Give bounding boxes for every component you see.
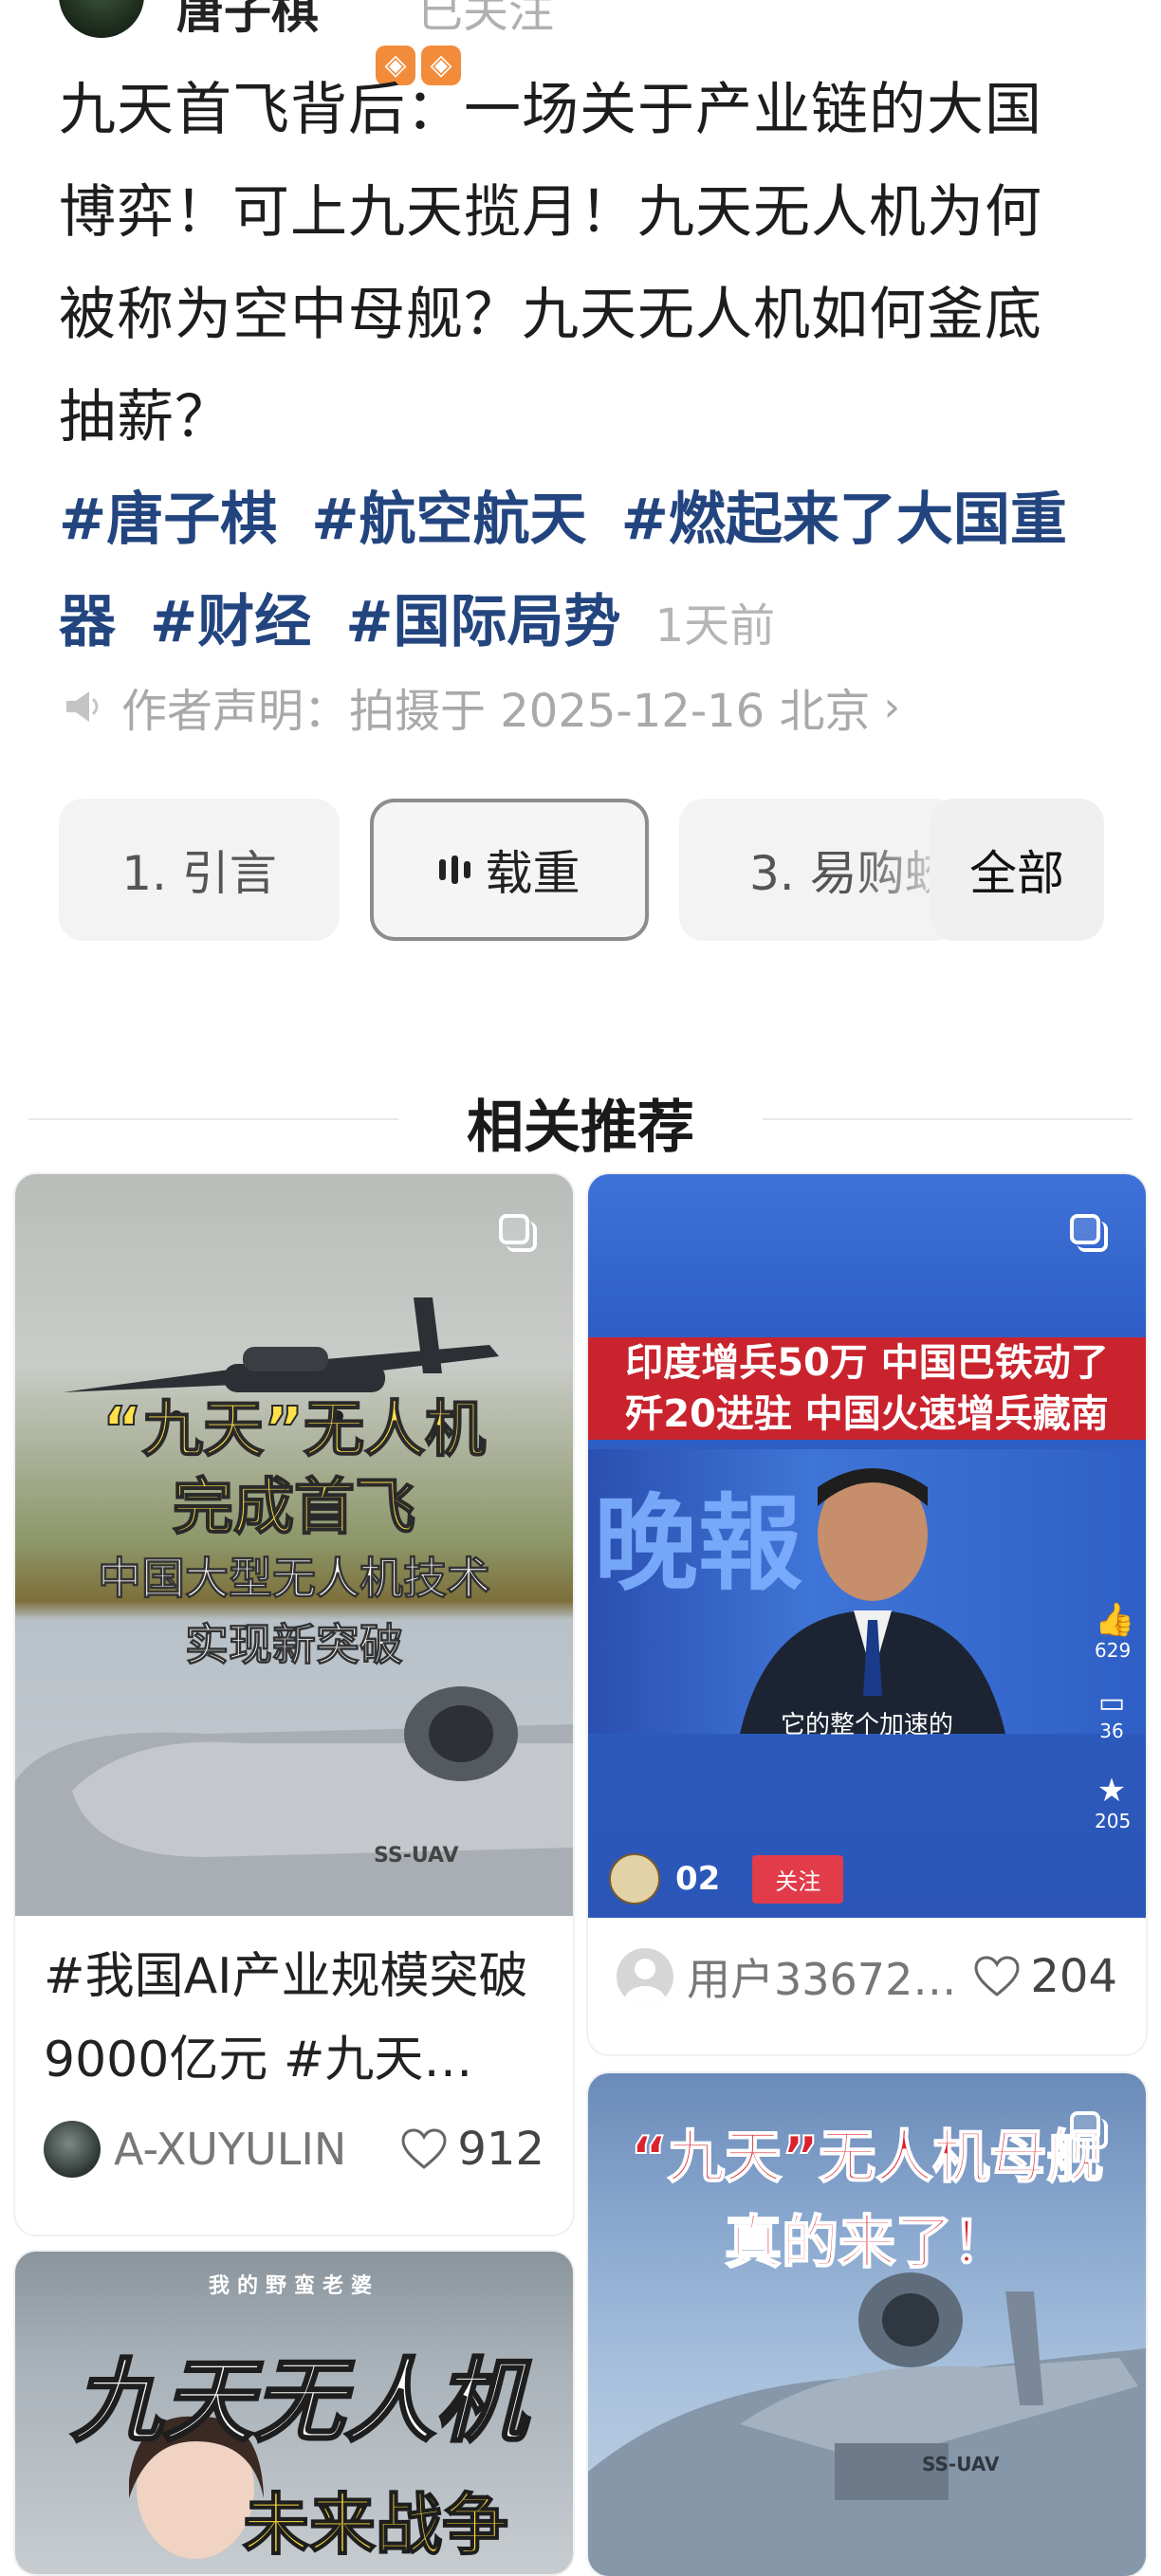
chapter-chip[interactable]: 3. 易购蛟龙 (679, 799, 960, 941)
card-meta: 用户33672… 204 (588, 1918, 1146, 2035)
multi-image-icon (1070, 1214, 1108, 1252)
overlay-big: 九天无人机 (70, 2347, 528, 2456)
recommend-card[interactable]: “九天”无人机母舰 真的来了！ SS-UAV (588, 2073, 1146, 2576)
card-title[interactable]: #我国AI产业规模突破9000亿元 #九天… (15, 1935, 573, 2102)
card-username[interactable]: A-XUYULIN (114, 2124, 400, 2175)
headline-line: 歼20进驻 中国火速增兵藏南 (588, 1389, 1146, 1440)
post-time: 1天前 (654, 599, 776, 653)
favorite-count-side: ★ 205 (1095, 1772, 1132, 1832)
user-avatar[interactable] (617, 1948, 673, 2005)
playing-icon (438, 856, 470, 884)
heart-icon (401, 2128, 447, 2169)
author-strip: 唐子棋 已关注 (0, 0, 1161, 38)
recommend-card[interactable]: 我的野蛮老婆 九天无人机 未来战争 (15, 2252, 573, 2574)
like-count: 912 (457, 2123, 544, 2176)
overlay-line: “九天”无人机母舰 (630, 2124, 1105, 2192)
heart-icon (974, 1956, 1020, 1996)
card-thumbnail[interactable]: “九天”无人机 完成首飞 中国大型无人机技术 实现新突破 SS-UAV (15, 1174, 573, 1916)
channel-avatar[interactable] (609, 1853, 660, 1904)
tag-link[interactable]: #唐子棋 (59, 487, 277, 553)
overlay-line: 完成首飞 (172, 1472, 416, 1544)
drone-closeup-icon (15, 1686, 573, 1916)
aircraft-marking: SS-UAV (922, 2453, 1000, 2475)
overlay-line: “九天”无人机 (101, 1394, 487, 1466)
chapter-label: 载重 (485, 846, 580, 901)
comment-count-side: ▭ 36 (1097, 1686, 1126, 1742)
chapter-chips: 1. 引言 载重 3. 易购蛟龙 全部 (59, 799, 1104, 945)
chapter-label: 3. 易购蛟龙 (749, 846, 960, 901)
top-caption: 我的野蛮老婆 (208, 2274, 379, 2298)
channel-name[interactable]: 02 (675, 1860, 720, 1898)
card-thumbnail[interactable]: “九天”无人机母舰 真的来了！ SS-UAV (588, 2073, 1146, 2576)
card-thumbnail[interactable]: 我的野蛮老婆 九天无人机 未来战争 (15, 2252, 573, 2574)
overlay-bottom: 未来战争 (242, 2485, 509, 2565)
multi-image-icon (499, 1214, 537, 1252)
follow-status[interactable]: 已关注 (417, 0, 554, 38)
card-thumbnail[interactable]: 印度增兵50万 中国巴铁动了 歼20进驻 中国火速增兵藏南 晚報 它的整个加速的… (588, 1174, 1146, 1918)
like-count: 204 (1030, 1950, 1117, 2003)
drone-render-icon (588, 2272, 1146, 2576)
post-title: 九天首飞背后：一场关于产业链的大国博弈！可上九天揽月！九天无人机为何被称为空中母… (59, 77, 1042, 451)
declaration-text: 作者声明：拍摄于 2025-12-16 北京 (121, 685, 871, 738)
recommend-card[interactable]: “九天”无人机 完成首飞 中国大型无人机技术 实现新突破 SS-UAV #我国A… (15, 1174, 573, 2235)
author-name[interactable]: 唐子棋 (176, 0, 319, 38)
video-subtitle: 它的整个加速的 (780, 1711, 953, 1739)
card-meta: A-XUYULIN 912 (15, 2102, 573, 2197)
tag-link[interactable]: #国际局势 (345, 589, 620, 655)
like-count-side: 👍 629 (1095, 1601, 1135, 1662)
aircraft-marking: SS-UAV (374, 1844, 459, 1868)
related-section-header: 相关推荐 (28, 1076, 1133, 1161)
tag-link[interactable]: #航空航天 (311, 487, 586, 553)
like-button[interactable]: 204 (973, 1950, 1117, 2003)
presenter-figure-icon (740, 1468, 1005, 1734)
channel-row: 02 关注 (609, 1853, 844, 1904)
like-button[interactable]: 912 (400, 2123, 544, 2176)
recommend-card[interactable]: 印度增兵50万 中国巴铁动了 歼20进驻 中国火速增兵藏南 晚報 它的整个加速的… (588, 1174, 1146, 2054)
follow-button[interactable]: 关注 (752, 1854, 844, 1904)
author-avatar[interactable] (59, 0, 144, 38)
user-avatar[interactable] (44, 2121, 101, 2178)
speaker-icon (66, 691, 99, 722)
author-declaration[interactable]: 作者声明：拍摄于 2025-12-16 北京 › (63, 673, 900, 740)
chapter-chip-active[interactable]: 载重 (370, 799, 649, 941)
all-chapters-button[interactable]: 全部 (930, 799, 1104, 941)
multi-image-icon (1070, 2111, 1108, 2149)
overlay-line: 中国大型无人机技术 (98, 1553, 491, 1605)
default-avatar-icon (624, 1959, 666, 2005)
headline-line: 印度增兵50万 中国巴铁动了 (588, 1337, 1146, 1389)
chapter-chip[interactable]: 1. 引言 (59, 799, 340, 941)
tag-link[interactable]: #财经 (150, 589, 311, 655)
tag-list: #唐子棋 #航空航天 #燃起来了大国重器 #财经 #国际局势 1天前 (59, 469, 1102, 677)
all-chapters-label: 全部 (969, 846, 1064, 901)
overlay-line: 实现新突破 (185, 1619, 404, 1671)
card-username[interactable]: 用户33672… (687, 1945, 973, 2008)
chevron-right-icon: › (883, 682, 901, 731)
chapter-label: 1. 引言 (121, 846, 277, 901)
related-heading: 相关推荐 (467, 1095, 694, 1161)
